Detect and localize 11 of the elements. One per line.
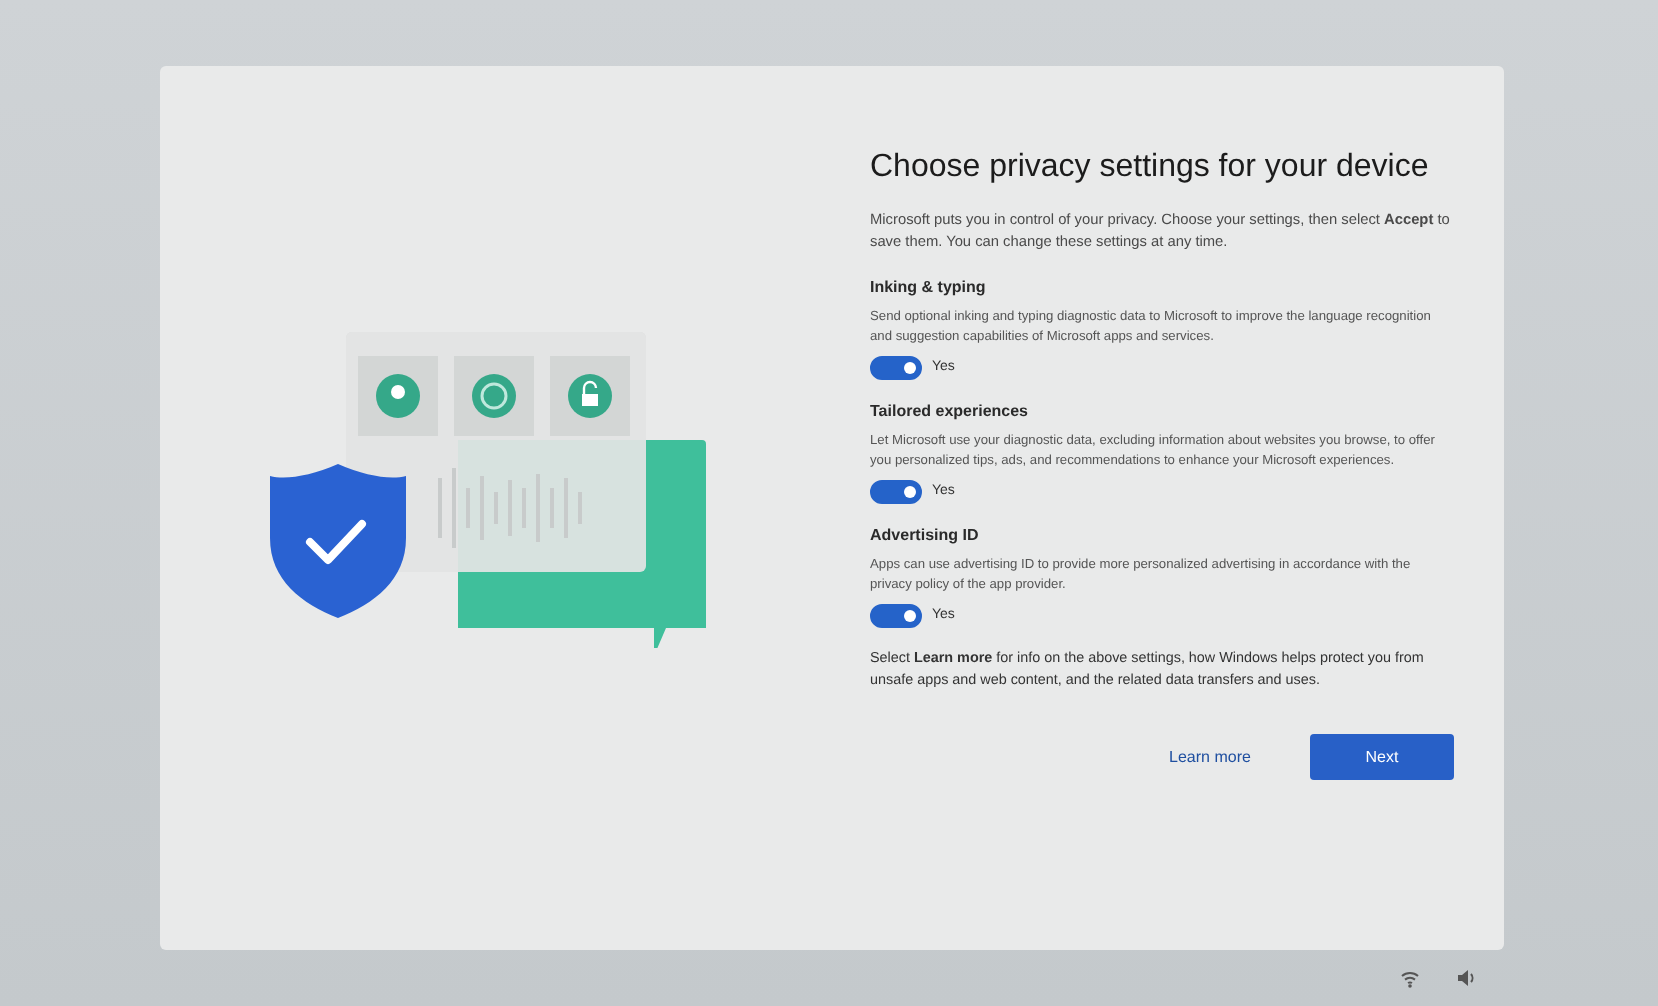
page-title: Choose privacy settings for your device: [870, 148, 1431, 188]
toggle-switch[interactable]: [870, 480, 922, 504]
toggle-switch[interactable]: [870, 356, 922, 380]
next-button[interactable]: Next: [1310, 734, 1454, 780]
speaker-icon[interactable]: [1456, 968, 1476, 988]
setting-title: Inking & typing: [870, 276, 988, 300]
learn-more-link[interactable]: Learn more: [1138, 734, 1282, 780]
toggle-switch[interactable]: [870, 604, 922, 628]
setting-title: Advertising ID: [870, 524, 981, 548]
wifi-icon[interactable]: [1400, 968, 1420, 988]
setting-title: Tailored experiences: [870, 400, 1030, 424]
